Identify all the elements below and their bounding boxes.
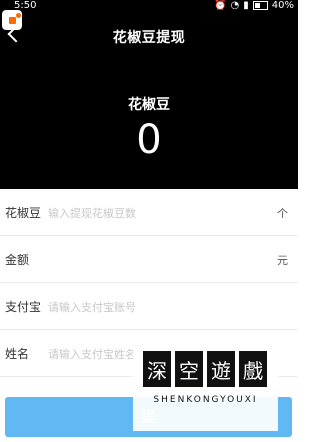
beans-row: 花椒豆 个	[0, 189, 298, 236]
watermark-char: 空	[175, 351, 203, 387]
beans-input[interactable]	[46, 201, 250, 225]
alarm-icon: ⏰	[214, 0, 227, 11]
status-bar: 5:50 ⏰ ◔ ▮ 40%	[0, 0, 298, 14]
page-title: 花椒豆提现	[112, 30, 186, 46]
beans-unit: 个	[277, 207, 288, 220]
header: 5:50 ⏰ ◔ ▮ 40% 花椒豆提现 花椒豆 0	[0, 0, 298, 189]
balance-value: 0	[136, 117, 162, 163]
beans-label: 花椒豆	[5, 206, 42, 220]
amount-label: 金额	[5, 253, 30, 267]
battery-icon	[252, 1, 268, 10]
amount-unit: 元	[277, 254, 288, 267]
status-icons: ⏰ ◔ ▮ 40%	[214, 0, 294, 11]
watermark-logo: 深 空 遊 戲 SHENKONGYOUXI	[133, 345, 278, 431]
name-label: 姓名	[5, 347, 30, 361]
balance-label: 花椒豆	[128, 97, 170, 113]
watermark-char: 戲	[239, 351, 267, 387]
amount-input[interactable]	[46, 248, 250, 272]
watermark-char: 遊	[207, 351, 235, 387]
watermark-subtitle: SHENKONGYOUXI	[153, 395, 258, 405]
signal-icon: ▮	[243, 0, 249, 11]
battery-percent: 40%	[271, 0, 294, 11]
alipay-label: 支付宝	[5, 300, 42, 314]
alipay-input[interactable]	[46, 295, 250, 319]
amount-row: 金额 元	[0, 236, 298, 283]
watermark-char: 深	[143, 351, 171, 387]
alipay-row: 支付宝	[0, 283, 298, 330]
wifi-icon: ◔	[230, 0, 240, 11]
